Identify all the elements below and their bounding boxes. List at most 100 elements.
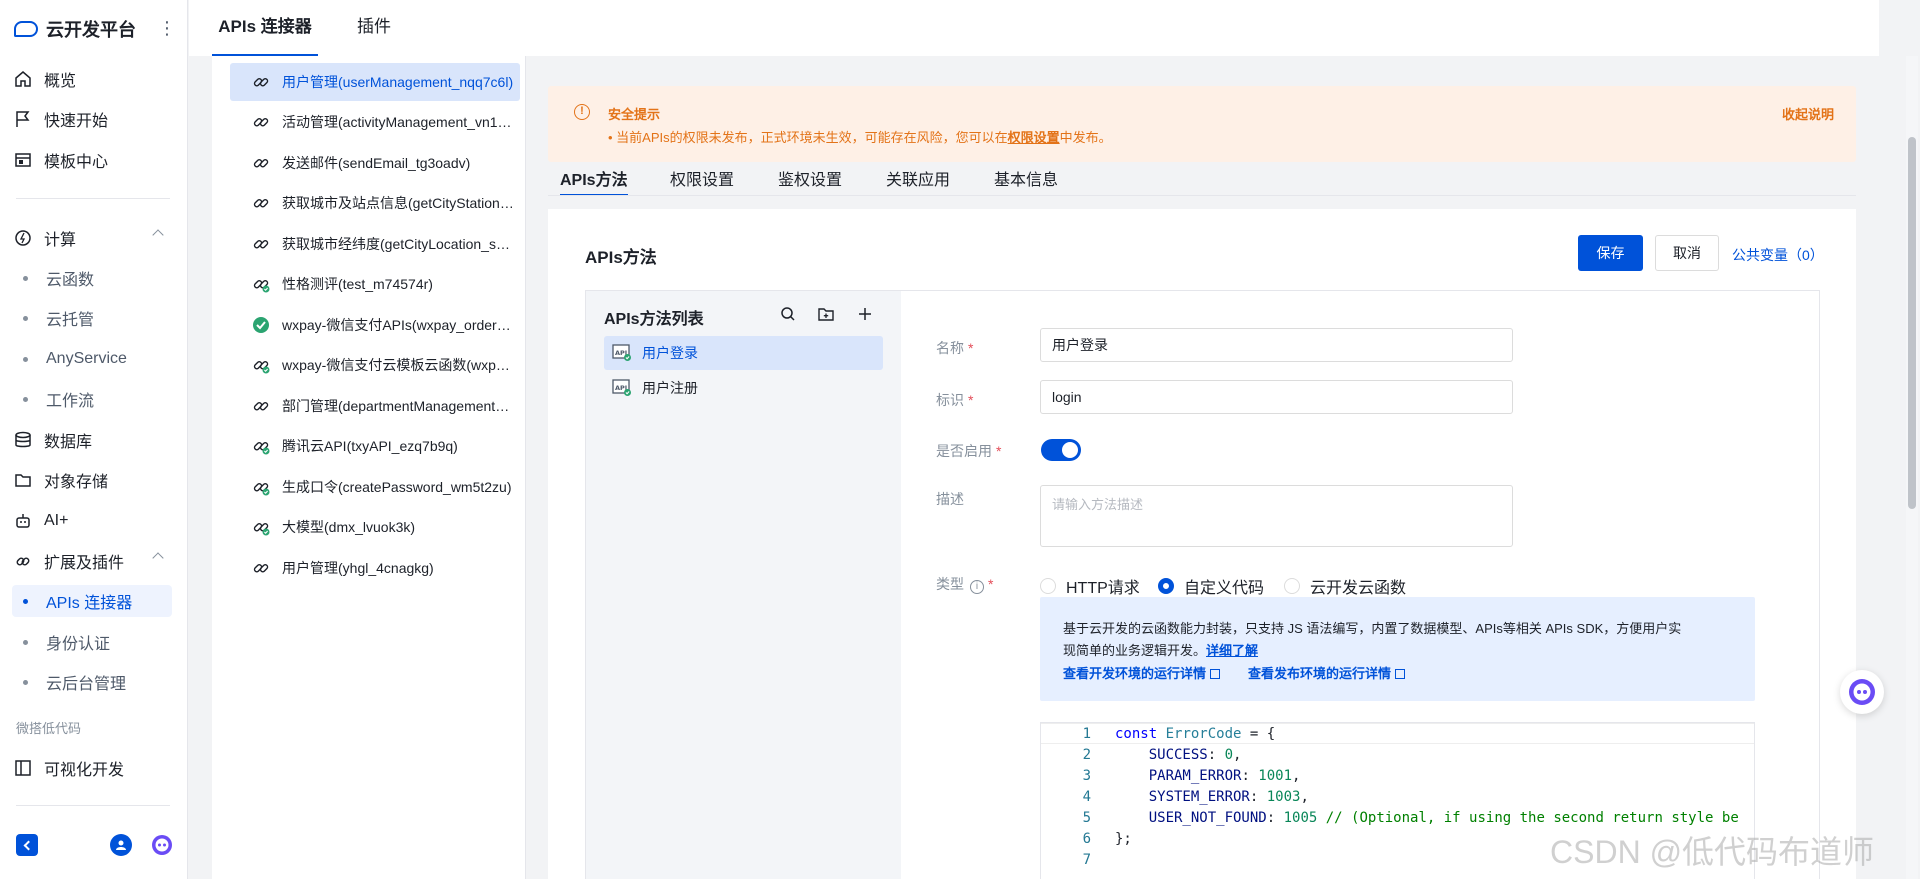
- sidebar-item-visual-dev[interactable]: 可视化开发: [12, 752, 172, 784]
- collapse-alert-link[interactable]: 收起说明: [1782, 104, 1834, 123]
- identifier-input[interactable]: login: [1040, 380, 1513, 414]
- tab-permissions[interactable]: 权限设置: [670, 166, 734, 196]
- sidebar-item-templates[interactable]: 模板中心: [12, 144, 172, 176]
- sidebar-item-label: 云托管: [46, 312, 95, 329]
- api-list-item[interactable]: 用户管理(yhgl_4cnagkg): [230, 549, 520, 587]
- divider: [16, 805, 170, 806]
- api-list-item[interactable]: 用户管理(userManagement_nqq7c6l): [230, 63, 520, 101]
- info-circle-icon: i: [970, 580, 984, 594]
- sidebar-group-compute[interactable]: 计算: [12, 222, 172, 254]
- sidebar-item-cloud-hosting[interactable]: 云托管: [12, 302, 172, 334]
- link-icon: [252, 113, 270, 131]
- sidebar-item-label: 对象存储: [44, 474, 109, 491]
- sidebar-item-quickstart[interactable]: 快速开始: [12, 103, 172, 135]
- tab-apis-connector[interactable]: APIs 连接器: [212, 0, 318, 56]
- api-list-item[interactable]: 发送邮件(sendEmail_tg3oadv): [230, 144, 520, 182]
- sidebar-item-cloud-function[interactable]: 云函数: [12, 262, 172, 294]
- method-item-login[interactable]: API 用户登录: [604, 336, 883, 370]
- sidebar-item-auth[interactable]: 身份认证: [12, 626, 172, 658]
- prod-env-details-link[interactable]: 查看发布环境的运行详情: [1248, 663, 1406, 682]
- tab-auth-settings[interactable]: 鉴权设置: [778, 166, 842, 196]
- sidebar-item-storage[interactable]: 对象存储: [12, 464, 172, 496]
- radio-circle: [1158, 578, 1174, 594]
- tab-related-apps[interactable]: 关联应用: [886, 166, 950, 196]
- tab-plugins[interactable]: 插件: [349, 0, 399, 56]
- alert-title: 安全提示: [608, 107, 661, 122]
- bullet-icon: [23, 396, 28, 402]
- sidebar-item-label: APIs 连接器: [46, 595, 133, 612]
- sidebar-item-ai[interactable]: AI+: [12, 505, 172, 537]
- user-avatar-button[interactable]: [110, 834, 132, 856]
- sidebar-item-apis-connector[interactable]: APIs 连接器: [12, 585, 172, 617]
- more-vertical-icon[interactable]: ⋮: [158, 17, 176, 39]
- link-icon: [252, 559, 270, 577]
- api-list-item[interactable]: 生成口令(createPassword_wm5t2zu): [230, 468, 520, 506]
- folder-add-icon: [818, 308, 834, 321]
- sidebar-item-label: 计算: [44, 232, 77, 249]
- type-radio-custom-code[interactable]: 自定义代码: [1158, 574, 1264, 598]
- code-text: const ErrorCode = {: [1115, 725, 1276, 742]
- code-text: PARAM_ERROR: 1001,: [1148, 767, 1301, 784]
- chevron-left-icon: [23, 840, 34, 850]
- sidebar-item-anyservice[interactable]: AnyService: [12, 343, 172, 375]
- cancel-button[interactable]: 取消: [1655, 235, 1719, 271]
- top-tabs-bar: APIs 连接器 插件: [189, 0, 1879, 56]
- api-list-item[interactable]: 性格测评(test_m74574r): [230, 265, 520, 303]
- api-list-item[interactable]: 部门管理(departmentManagement_a...: [230, 387, 520, 425]
- public-variables-link[interactable]: 公共变量（0）: [1732, 245, 1824, 265]
- brand-title: 云开发平台: [46, 20, 136, 40]
- link-icon: [252, 73, 270, 91]
- external-link-icon: [1395, 669, 1406, 679]
- enabled-label: 是否启用 *: [936, 443, 1002, 459]
- learn-more-link[interactable]: 详细了解: [1206, 643, 1258, 658]
- cloud-logo-icon: [14, 21, 38, 37]
- dev-env-details-link[interactable]: 查看开发环境的运行详情: [1063, 663, 1221, 682]
- sidebar-item-database[interactable]: 数据库: [12, 424, 172, 456]
- code-line: 1 const ErrorCode = {: [1041, 723, 1754, 744]
- wechat-pay-icon: [252, 316, 270, 334]
- warning-circle-icon: !: [574, 104, 590, 120]
- brand[interactable]: 云开发平台: [14, 16, 136, 42]
- scrollbar-thumb[interactable]: [1908, 137, 1916, 509]
- add-folder-button[interactable]: [815, 303, 837, 325]
- code-text: };: [1115, 830, 1132, 847]
- assistant-bot-icon: [1849, 679, 1875, 705]
- api-list-item[interactable]: wxpay-微信支付APIs(wxpay_order_a...: [230, 306, 520, 344]
- floating-assistant-button[interactable]: [1840, 670, 1884, 714]
- tabs-underline: [548, 195, 1856, 196]
- sidebar-item-admin[interactable]: 云后台管理: [12, 666, 172, 698]
- type-radio-cloud-function[interactable]: 云开发云函数: [1284, 574, 1406, 598]
- sidebar-group-extensions[interactable]: 扩展及插件: [12, 545, 172, 577]
- sidebar-item-workflow[interactable]: 工作流: [12, 383, 172, 415]
- permission-settings-link[interactable]: 权限设置: [1008, 130, 1060, 145]
- sidebar-item-overview[interactable]: 概览: [12, 63, 172, 95]
- api-list-item[interactable]: wxpay-微信支付云模板云函数(wxpay...: [230, 346, 520, 384]
- api-list-item[interactable]: 活动管理(activityManagement_vn1p...: [230, 103, 520, 141]
- bullet-icon: [23, 356, 28, 362]
- api-list-item[interactable]: 腾讯云API(txyAPI_ezq7b9q): [230, 427, 520, 465]
- link-published-icon: [252, 356, 270, 374]
- save-button[interactable]: 保存: [1578, 235, 1643, 271]
- code-line: 4 SYSTEM_ERROR: 1003,: [1082, 788, 1309, 805]
- compute-icon: [12, 227, 34, 249]
- sidebar-item-label: 快速开始: [44, 113, 109, 130]
- link-icon: [252, 397, 270, 415]
- type-radio-http[interactable]: HTTP请求: [1040, 574, 1140, 598]
- enabled-toggle[interactable]: [1041, 439, 1081, 461]
- tab-apis-methods[interactable]: APIs方法: [560, 166, 628, 196]
- sidebar-item-label: 模板中心: [44, 154, 109, 171]
- api-list-item[interactable]: 获取城市及站点信息(getCityStation_...: [230, 184, 520, 222]
- api-list-item[interactable]: 获取城市经纬度(getCityLocation_sca...: [230, 225, 520, 263]
- search-button[interactable]: [777, 303, 799, 325]
- assistant-button[interactable]: [150, 833, 174, 857]
- tab-basic-info[interactable]: 基本信息: [994, 166, 1058, 196]
- description-textarea[interactable]: 请输入方法描述: [1040, 485, 1513, 547]
- method-item-register[interactable]: API 用户注册: [604, 371, 883, 405]
- collapse-sidebar-button[interactable]: [16, 834, 38, 856]
- bullet-icon: [23, 275, 28, 281]
- method-item-label: 用户注册: [642, 380, 698, 396]
- name-input[interactable]: 用户登录: [1040, 328, 1513, 362]
- external-link-icon: [1210, 669, 1221, 679]
- add-method-button[interactable]: [854, 303, 876, 325]
- api-list-item[interactable]: 大模型(dmx_lvuok3k): [230, 508, 520, 546]
